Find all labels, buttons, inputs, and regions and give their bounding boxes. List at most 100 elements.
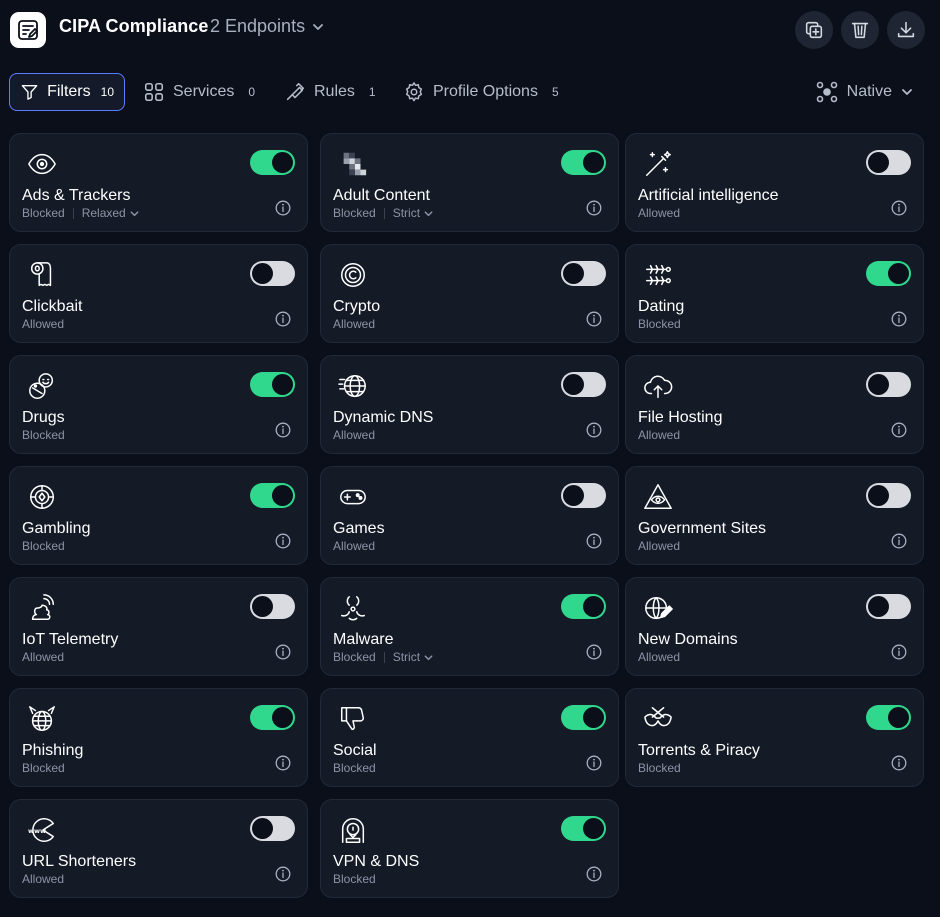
filter-card-artificial-intelligence[interactable]: Artificial intelligence Allowed xyxy=(625,133,924,232)
filter-card-vpn-and-dns[interactable]: VPN & DNS Blocked xyxy=(320,799,619,898)
biohazard-icon xyxy=(337,592,369,624)
filter-level-dropdown[interactable]: Relaxed xyxy=(82,206,140,220)
filter-card-adult-content[interactable]: Adult Content Blocked Strict xyxy=(320,133,619,232)
filter-card-phishing[interactable]: Phishing Blocked xyxy=(9,688,308,787)
delete-button[interactable] xyxy=(841,11,879,49)
info-button[interactable] xyxy=(891,200,907,216)
filter-card-file-hosting[interactable]: File Hosting Allowed xyxy=(625,355,924,454)
filter-toggle[interactable] xyxy=(561,261,606,286)
info-button[interactable] xyxy=(275,533,291,549)
filter-card-drugs[interactable]: Drugs Blocked xyxy=(9,355,308,454)
filter-card-url-shorteners[interactable]: www URL Shorteners Allowed xyxy=(9,799,308,898)
filter-status: Allowed xyxy=(638,428,681,442)
info-icon xyxy=(891,311,907,327)
info-icon xyxy=(586,311,602,327)
filter-toggle[interactable] xyxy=(866,372,911,397)
globe-pen-icon xyxy=(642,592,674,624)
info-button[interactable] xyxy=(275,755,291,771)
filter-toggle[interactable] xyxy=(250,150,295,175)
filter-card-clickbait[interactable]: Clickbait Allowed xyxy=(9,244,308,343)
tab-profile-options-label: Profile Options xyxy=(433,83,538,100)
filter-status: Blocked xyxy=(22,761,65,775)
duplicate-button[interactable] xyxy=(795,11,833,49)
mode-dropdown[interactable]: Native xyxy=(815,80,914,104)
filter-title: Social xyxy=(333,742,377,759)
info-button[interactable] xyxy=(586,533,602,549)
info-button[interactable] xyxy=(275,200,291,216)
tab-services[interactable]: Services 0 xyxy=(133,73,265,111)
tab-filters[interactable]: Filters 10 xyxy=(9,73,125,111)
trash-icon xyxy=(851,22,869,39)
info-button[interactable] xyxy=(275,866,291,882)
filter-toggle[interactable] xyxy=(561,150,606,175)
filter-card-dynamic-dns[interactable]: Dynamic DNS Allowed xyxy=(320,355,619,454)
filter-card-crypto[interactable]: Crypto Allowed xyxy=(320,244,619,343)
info-button[interactable] xyxy=(891,755,907,771)
filter-status-row: Blocked Strict xyxy=(333,650,434,664)
filter-toggle[interactable] xyxy=(561,483,606,508)
filter-toggle[interactable] xyxy=(866,594,911,619)
info-button[interactable] xyxy=(891,311,907,327)
status-divider xyxy=(383,207,385,219)
filter-card-government-sites[interactable]: Government Sites Allowed xyxy=(625,466,924,565)
filter-card-games[interactable]: Games Allowed xyxy=(320,466,619,565)
endpoints-dropdown[interactable]: 2 Endpoints xyxy=(210,16,325,37)
filter-card-torrents-and-piracy[interactable]: Torrents & Piracy Blocked xyxy=(625,688,924,787)
filter-card-social[interactable]: Social Blocked xyxy=(320,688,619,787)
tab-rules[interactable]: Rules 1 xyxy=(274,73,386,111)
info-button[interactable] xyxy=(891,422,907,438)
chevron-down-icon xyxy=(313,23,323,30)
info-button[interactable] xyxy=(275,311,291,327)
filter-status-row: Blocked Relaxed xyxy=(22,206,140,220)
filter-toggle[interactable] xyxy=(250,594,295,619)
toggle-knob xyxy=(252,596,273,617)
tab-rules-count: 1 xyxy=(368,85,376,99)
download-button[interactable] xyxy=(887,11,925,49)
pirate-mask-icon xyxy=(642,703,674,735)
info-button[interactable] xyxy=(891,644,907,660)
filter-status-row: Allowed xyxy=(22,317,64,331)
info-icon xyxy=(275,311,291,327)
filter-toggle[interactable] xyxy=(250,372,295,397)
toggle-knob xyxy=(868,374,889,395)
filter-toggle[interactable] xyxy=(866,261,911,286)
filter-toggle[interactable] xyxy=(561,372,606,397)
filter-toggle[interactable] xyxy=(561,705,606,730)
filter-toggle[interactable] xyxy=(866,483,911,508)
info-button[interactable] xyxy=(586,311,602,327)
filter-status-row: Allowed xyxy=(333,428,375,442)
tab-profile-options[interactable]: Profile Options 5 xyxy=(393,73,569,111)
filter-card-iot-telemetry[interactable]: IoT Telemetry Allowed xyxy=(9,577,308,676)
settings-edit-icon xyxy=(18,20,38,40)
thumbs-down-icon xyxy=(337,703,369,735)
filter-toggle[interactable] xyxy=(866,150,911,175)
toggle-knob xyxy=(888,707,909,728)
gamepad-icon xyxy=(337,481,369,513)
filter-card-dating[interactable]: Dating Blocked xyxy=(625,244,924,343)
filter-status-row: Blocked xyxy=(22,428,65,442)
filter-card-new-domains[interactable]: New Domains Allowed xyxy=(625,577,924,676)
filter-toggle[interactable] xyxy=(250,261,295,286)
filter-toggle[interactable] xyxy=(250,705,295,730)
info-button[interactable] xyxy=(275,422,291,438)
info-button[interactable] xyxy=(586,200,602,216)
profile-icon[interactable] xyxy=(10,12,46,48)
info-button[interactable] xyxy=(586,866,602,882)
filter-toggle[interactable] xyxy=(866,705,911,730)
mode-label: Native xyxy=(846,83,892,100)
info-button[interactable] xyxy=(586,422,602,438)
filter-toggle[interactable] xyxy=(250,483,295,508)
info-icon xyxy=(891,644,907,660)
filter-toggle[interactable] xyxy=(250,816,295,841)
filter-card-ads-and-trackers[interactable]: Ads & Trackers Blocked Relaxed xyxy=(9,133,308,232)
filter-level-dropdown[interactable]: Strict xyxy=(393,206,434,220)
filter-card-gambling[interactable]: Gambling Blocked xyxy=(9,466,308,565)
info-button[interactable] xyxy=(891,533,907,549)
info-button[interactable] xyxy=(586,755,602,771)
filter-card-malware[interactable]: Malware Blocked Strict xyxy=(320,577,619,676)
filter-level-dropdown[interactable]: Strict xyxy=(393,650,434,664)
info-button[interactable] xyxy=(586,644,602,660)
filter-toggle[interactable] xyxy=(561,594,606,619)
filter-toggle[interactable] xyxy=(561,816,606,841)
info-button[interactable] xyxy=(275,644,291,660)
